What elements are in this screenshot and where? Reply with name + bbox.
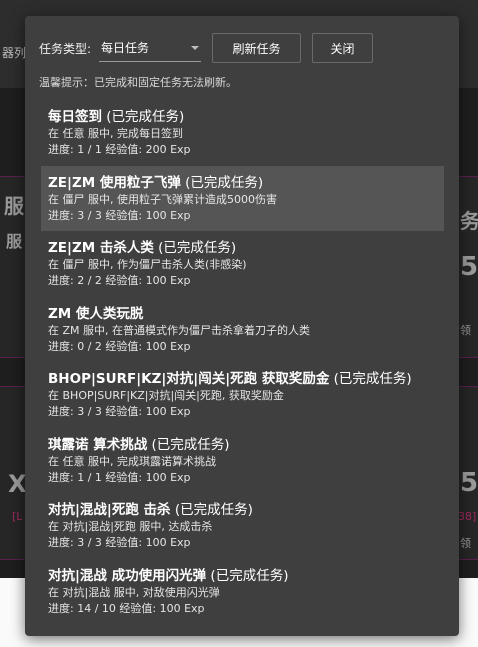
- task-status: (已完成任务): [206, 567, 289, 584]
- task-title: 对抗|混战|死跑 击杀 (已完成任务): [48, 502, 444, 519]
- background-fragment: 5: [460, 252, 478, 282]
- task-status: (已完成任务): [153, 240, 237, 256]
- refresh-tasks-button[interactable]: 刷新任务: [212, 33, 302, 63]
- task-title: ZM 使人类玩脱: [48, 306, 444, 323]
- task-title-text: 对抗|混战|死跑 击杀: [48, 502, 171, 518]
- task-description: 在 任意 服中, 完成琪露诺算术挑战: [48, 454, 216, 468]
- background-server-label: 器列: [2, 46, 27, 60]
- task-title: ZE|ZM 击杀人类 (已完成任务): [48, 240, 444, 257]
- task-description: 在 僵尸 服中, 使用粒子飞弹累计造成5000伤害: [48, 192, 277, 206]
- task-title-text: 琪露诺 算术挑战: [48, 436, 148, 453]
- background-fragment: X: [8, 470, 27, 498]
- hint-text: 温馨提示：已完成和固定任务无法刷新。: [39, 76, 237, 89]
- task-item[interactable]: 琪露诺 算术挑战 (已完成任务) 在 任意 服中, 完成琪露诺算术挑战 进度: …: [41, 428, 444, 494]
- task-title: 每日签到 (已完成任务): [48, 109, 444, 126]
- task-item[interactable]: ZE|ZM 击杀人类 (已完成任务) 在 僵尸 服中, 作为僵尸击杀人类(非感染…: [41, 231, 444, 297]
- task-status: (已完成任务): [147, 436, 230, 453]
- task-progress: 进度: 1 / 1 经验值: 100 Exp: [48, 470, 191, 484]
- task-title-text: ZE|ZM 使用粒子飞弹: [48, 174, 181, 191]
- task-dialog: 任务类型: 每日任务 刷新任务 关闭 温馨提示：已完成和固定任务无法刷新。 每日…: [25, 16, 459, 636]
- background-fragment: 务: [460, 209, 478, 233]
- task-progress: 进度: 1 / 1 经验值: 200 Exp: [48, 143, 191, 156]
- background-fragment: 领: [460, 537, 471, 550]
- task-title-text: 对抗|混战 成功使用闪光弹: [48, 567, 207, 584]
- task-status: (已完成任务): [102, 109, 185, 125]
- task-item[interactable]: 对抗|混战|死跑 击杀 (已完成任务) 在 对抗|混战|死跑 服中, 达成击杀 …: [41, 493, 444, 559]
- task-status: (已完成任务): [170, 502, 253, 518]
- task-progress: 进度: 14 / 10 经验值: 100 Exp: [48, 601, 205, 615]
- task-item[interactable]: BHOP|SURF|KZ|对抗|闯关|死跑 获取奖励金 (已完成任务) 在 BH…: [41, 362, 444, 428]
- task-item[interactable]: 对抗|混战 成功使用闪光弹 (已完成任务) 在 对抗|混战 服中, 对敌使用闪光…: [41, 559, 444, 625]
- task-type-select[interactable]: 每日任务: [99, 35, 202, 62]
- task-title-text: BHOP|SURF|KZ|对抗|闯关|死跑 获取奖励金: [48, 371, 330, 387]
- close-button[interactable]: 关闭: [312, 33, 374, 63]
- background-fragment: 领: [460, 324, 471, 337]
- task-status: (已完成任务): [180, 174, 264, 191]
- task-progress: 进度: 3 / 3 经验值: 100 Exp: [48, 208, 191, 222]
- task-item[interactable]: 每日签到 (已完成任务) 在 任意 服中, 完成每日签到 进度: 1 / 1 经…: [41, 100, 444, 166]
- task-progress: 进度: 3 / 3 经验值: 100 Exp: [48, 405, 191, 418]
- background-fragment: 服: [6, 232, 23, 251]
- task-type-label: 任务类型:: [39, 41, 92, 56]
- task-title: 琪露诺 算术挑战 (已完成任务): [48, 437, 444, 454]
- task-item[interactable]: ZE|ZM 使用粒子飞弹 (已完成任务) 在 僵尸 服中, 使用粒子飞弹累计造成…: [41, 165, 444, 231]
- task-description: 在 ZM 服中, 在普通模式作为僵尸击杀拿着刀子的人类: [48, 323, 311, 337]
- task-status: (已完成任务): [329, 371, 412, 387]
- task-title-text: 每日签到: [48, 109, 102, 125]
- background-fragment: 服: [4, 194, 24, 218]
- task-title: ZE|ZM 使用粒子飞弹 (已完成任务): [48, 175, 444, 192]
- task-list: 每日签到 (已完成任务) 在 任意 服中, 完成每日签到 进度: 1 / 1 经…: [41, 100, 444, 624]
- chevron-down-icon: [191, 45, 200, 50]
- task-title: 对抗|混战 成功使用闪光弹 (已完成任务): [48, 568, 444, 585]
- task-item[interactable]: ZM 使人类玩脱 在 ZM 服中, 在普通模式作为僵尸击杀拿着刀子的人类 进度:…: [41, 297, 444, 363]
- task-progress: 进度: 0 / 2 经验值: 100 Exp: [48, 339, 191, 353]
- task-description: 在 BHOP|SURF|KZ|对抗|闯关|死跑, 获取奖励金: [48, 389, 284, 402]
- background-fragment: [L: [12, 510, 23, 523]
- task-title-text: ZE|ZM 击杀人类: [48, 240, 154, 256]
- dialog-toolbar: 任务类型: 每日任务 刷新任务 关闭: [39, 32, 374, 64]
- task-type-value: 每日任务: [101, 41, 150, 55]
- background-fragment: 5: [460, 468, 478, 498]
- task-progress: 进度: 2 / 2 经验值: 100 Exp: [48, 274, 191, 287]
- task-description: 在 僵尸 服中, 作为僵尸击杀人类(非感染): [48, 258, 247, 271]
- background-fragment: 38]: [458, 510, 477, 523]
- task-description: 在 任意 服中, 完成每日签到: [48, 127, 183, 140]
- task-description: 在 对抗|混战 服中, 对敌使用闪光弹: [48, 585, 220, 599]
- task-title: BHOP|SURF|KZ|对抗|闯关|死跑 获取奖励金 (已完成任务): [48, 371, 444, 388]
- task-progress: 进度: 3 / 3 经验值: 100 Exp: [48, 536, 191, 549]
- task-description: 在 对抗|混战|死跑 服中, 达成击杀: [48, 520, 213, 533]
- task-title-text: ZM 使人类玩脱: [48, 305, 144, 322]
